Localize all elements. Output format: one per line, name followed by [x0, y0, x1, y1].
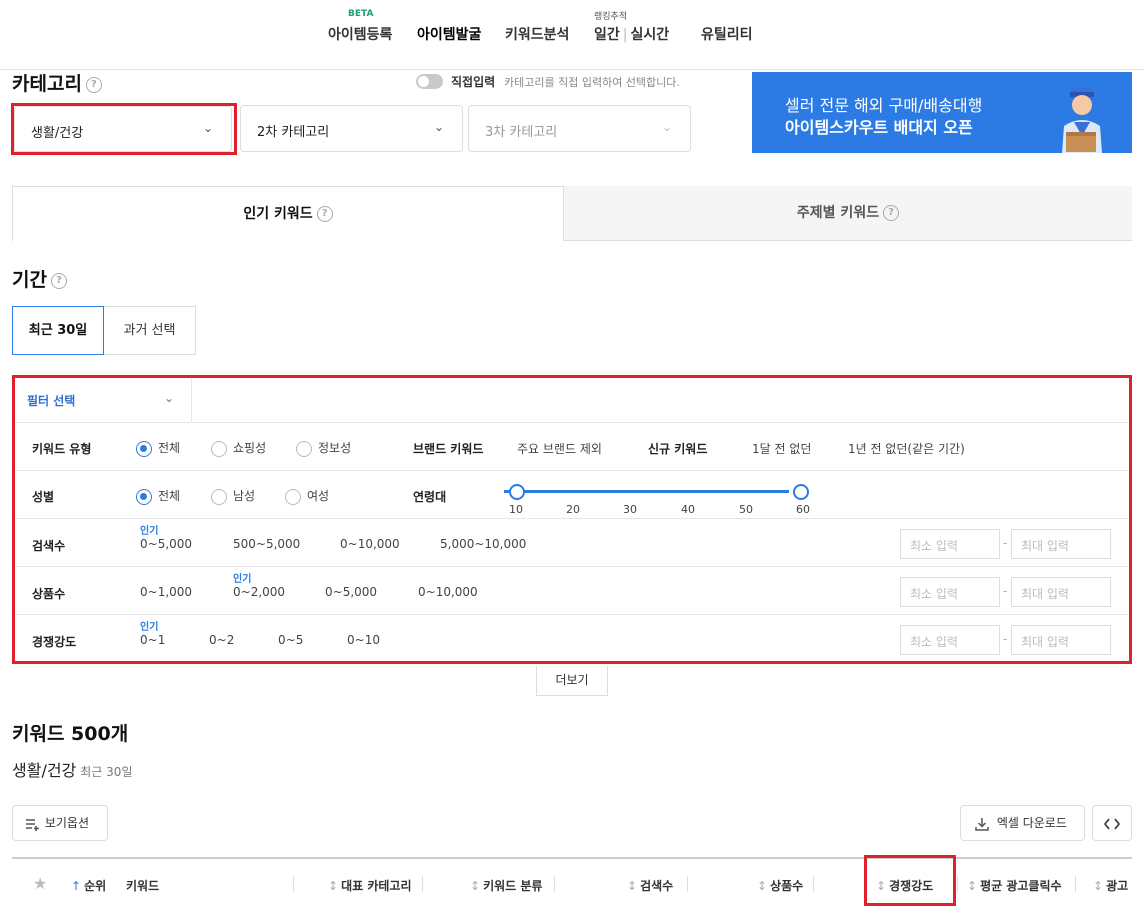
nav-item-registration[interactable]: 아이템등록 — [328, 24, 392, 44]
code-icon — [1103, 818, 1121, 829]
tab-popular-label: 인기 키워드 — [243, 206, 313, 222]
period-title: 기간? — [12, 265, 67, 292]
view-options-label: 보기옵션 — [44, 816, 89, 830]
sort-icon: ↕ — [757, 879, 768, 893]
sort-icon: ↕ — [627, 879, 638, 893]
promo-banner[interactable]: 셀러 전문 해외 구매/배송대행 아이템스카우트 배대지 오픈 — [752, 72, 1132, 153]
keyword-period: 최근 30일 — [80, 765, 133, 779]
code-embed-button[interactable] — [1092, 805, 1132, 841]
column-divider — [293, 876, 294, 892]
category-level3-select: 3차 카테고리 ⌄ — [468, 105, 691, 152]
column-divider — [687, 876, 688, 892]
more-button[interactable]: 더보기 — [536, 666, 608, 696]
chevron-down-icon: ⌄ — [433, 120, 444, 134]
tab-popular-keywords[interactable]: 인기 키워드? — [12, 186, 564, 241]
col-ad[interactable]: ↕ 광고 — [1093, 877, 1128, 894]
keyword-count-title: 키워드 500개 — [12, 723, 129, 745]
col-avg-ad-clicks-label: 평균 광고클릭수 — [980, 879, 1062, 893]
highlight-box — [11, 103, 237, 155]
col-ad-label: 광고 — [1106, 879, 1129, 893]
tab-topic-label: 주제별 키워드 — [796, 205, 880, 221]
col-product-count[interactable]: ↕ 상품수 — [757, 877, 803, 894]
nav-item-keyword-analysis[interactable]: 키워드분석 — [505, 24, 569, 44]
direct-input-toggle[interactable] — [416, 74, 443, 89]
category-title-text: 카테고리 — [12, 73, 82, 95]
category-title: 카테고리? — [12, 69, 102, 96]
list-add-icon — [26, 818, 39, 831]
col-keyword-class-label: 키워드 분류 — [483, 879, 543, 893]
banner-line1: 셀러 전문 해외 구매/배송대행 — [785, 96, 983, 115]
help-icon[interactable]: ? — [316, 206, 333, 222]
col-keyword-class[interactable]: ↕ 키워드 분류 — [470, 877, 542, 894]
column-divider — [554, 876, 555, 892]
keyword-table-header: ★ ↑ 순위 키워드 ↕ 대표 카테고리 ↕ 키워드 분류 ↕ 검색수 ↕ 상품수 ↕ 경쟁… — [12, 857, 1132, 906]
col-category-label: 대표 카테고리 — [341, 879, 412, 893]
beta-badge: BETA — [348, 9, 374, 19]
column-divider — [1075, 876, 1076, 892]
col-rank[interactable]: ↑ 순위 — [71, 877, 106, 894]
direct-input-description: 카테고리를 직접 입력하여 선택합니다. — [504, 76, 680, 89]
col-search-volume-label: 검색수 — [640, 879, 674, 893]
highlight-box — [12, 375, 1132, 664]
sort-icon: ↕ — [967, 879, 978, 893]
col-rank-label: 순위 — [84, 879, 107, 893]
keyword-tabs: 인기 키워드? 주제별 키워드? — [12, 186, 1132, 241]
category-level2-select[interactable]: 2차 카테고리 ⌄ — [240, 105, 463, 152]
column-divider — [422, 876, 423, 892]
period-title-text: 기간 — [12, 269, 47, 291]
direct-input-label: 직접입력 — [451, 75, 496, 89]
sort-icon: ↕ — [328, 879, 339, 893]
nav-item-discovery[interactable]: 아이템발굴 — [417, 24, 481, 44]
col-avg-ad-clicks[interactable]: ↕ 평균 광고클릭수 — [967, 877, 1062, 894]
excel-download-label: 엑셀 다운로드 — [996, 816, 1067, 830]
nav-daily-label[interactable]: 일간 — [594, 27, 620, 43]
nav-realtime-label[interactable]: 실시간 — [630, 27, 669, 43]
star-icon[interactable]: ★ — [33, 874, 47, 893]
view-options-button[interactable]: 보기옵션 — [12, 805, 108, 841]
col-keyword[interactable]: 키워드 — [126, 877, 159, 894]
nav-item-utility[interactable]: 유틸리티 — [701, 24, 753, 44]
period-recent-button[interactable]: 최근 30일 — [12, 306, 104, 355]
tab-topic-keywords[interactable]: 주제별 키워드? — [564, 186, 1132, 241]
col-category[interactable]: ↕ 대표 카테고리 — [328, 877, 411, 894]
banner-line2: 아이템스카우트 배대지 오픈 — [785, 118, 973, 137]
column-divider — [813, 876, 814, 892]
chevron-down-icon: ⌄ — [661, 120, 672, 134]
column-divider — [957, 876, 958, 892]
keyword-category: 생활/건강 — [12, 761, 77, 780]
period-past-button[interactable]: 과거 선택 — [104, 306, 196, 355]
highlight-box — [864, 855, 956, 906]
keyword-subtitle: 생활/건강 최근 30일 — [12, 757, 133, 781]
sort-icon: ↕ — [470, 879, 481, 893]
rank-tracking-badge: 랭킹추적 — [594, 12, 628, 22]
nav-divider: | — [622, 27, 628, 43]
help-icon[interactable]: ? — [883, 205, 900, 221]
delivery-person-icon — [1062, 87, 1102, 153]
top-navigation: BETA 아이템등록 아이템발굴 키워드분석 랭킹추적 일간 | 실시간 유틸리티 — [0, 0, 1144, 70]
col-product-count-label: 상품수 — [770, 879, 804, 893]
sort-icon: ↕ — [1093, 879, 1104, 893]
nav-item-rank-tracking[interactable]: 일간 | 실시간 — [594, 24, 669, 44]
help-icon[interactable]: ? — [50, 272, 67, 289]
excel-download-button[interactable]: 엑셀 다운로드 — [960, 805, 1085, 841]
col-search-volume[interactable]: ↕ 검색수 — [627, 877, 673, 894]
download-icon — [975, 817, 989, 831]
category-level3-value: 3차 카테고리 — [485, 125, 558, 140]
category-level2-value: 2차 카테고리 — [257, 125, 330, 140]
help-icon[interactable]: ? — [85, 76, 102, 93]
sort-arrow-icon: ↑ — [71, 879, 82, 893]
